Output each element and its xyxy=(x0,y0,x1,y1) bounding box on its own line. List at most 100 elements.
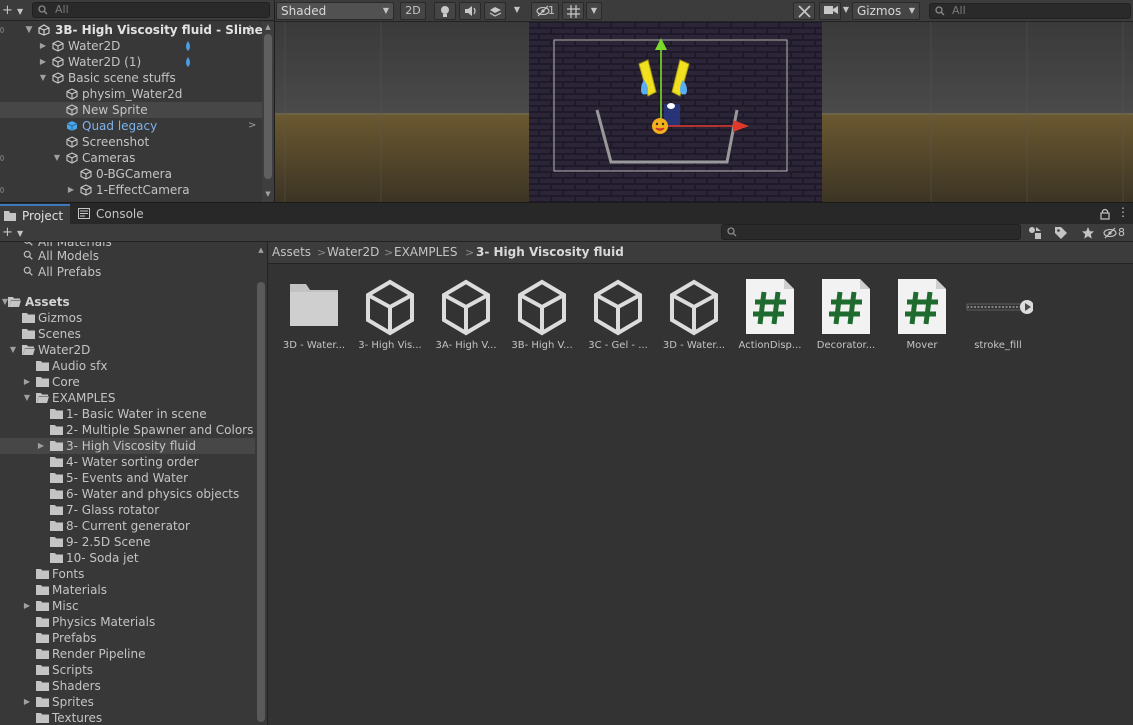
tree-item-fonts[interactable]: Fonts xyxy=(0,566,255,582)
breadcrumb-item-assets[interactable]: Assets xyxy=(272,242,311,263)
hierarchy-item-water2d-1[interactable]: ▶ Water2D (1) xyxy=(0,54,262,70)
asset-script[interactable]: Mover xyxy=(884,278,960,354)
tab-console[interactable]: Console xyxy=(74,204,146,225)
scene-search-input[interactable]: All xyxy=(929,3,1131,19)
expand-arrow-icon[interactable]: ▶ xyxy=(36,438,46,454)
scene-visibility-toggle[interactable]: 1 xyxy=(531,2,559,20)
tree-item-example-4[interactable]: 4- Water sorting order xyxy=(0,454,255,470)
search-by-type-icon[interactable] xyxy=(1028,226,1042,240)
tree-item-gizmos[interactable]: Gizmos xyxy=(0,310,255,326)
expand-arrow-icon[interactable]: ▼ xyxy=(8,342,18,358)
tree-item-example-6[interactable]: 6- Water and physics objects xyxy=(0,486,255,502)
tree-item-audio-sfx[interactable]: Audio sfx xyxy=(0,358,255,374)
asset-scene[interactable]: 3B- High V... xyxy=(504,278,580,354)
asset-script[interactable]: ActionDisp... xyxy=(732,278,808,354)
scroll-down-icon[interactable]: ▼ xyxy=(264,190,272,198)
project-search-input[interactable] xyxy=(721,224,1021,240)
expand-arrow-icon[interactable]: ▶ xyxy=(22,694,32,710)
lighting-toggle[interactable] xyxy=(434,2,456,20)
tree-item-example-2[interactable]: 2- Multiple Spawner and Colors xyxy=(0,422,255,438)
hierarchy-item-basic-scene-stuffs[interactable]: ▼ Basic scene stuffs xyxy=(0,70,262,86)
expand-arrow-icon[interactable]: ▶ xyxy=(38,38,48,54)
tree-item-water2d[interactable]: ▼ Water2D xyxy=(0,342,255,358)
tree-item-example-5[interactable]: 5- Events and Water xyxy=(0,470,255,486)
tree-item-sprites[interactable]: ▶ Sprites xyxy=(0,694,255,710)
lock-icon[interactable] xyxy=(1100,208,1110,220)
project-create-dropdown[interactable]: + ▼ xyxy=(2,225,26,240)
expand-arrow-icon[interactable]: ▶ xyxy=(38,54,48,70)
tree-item-all-models[interactable]: All Models xyxy=(0,248,255,264)
asset-scene[interactable]: 3D - Water... xyxy=(656,278,732,354)
scene-canvas[interactable] xyxy=(275,22,1133,202)
tree-item-core[interactable]: ▶ Core xyxy=(0,374,255,390)
tree-item-example-10[interactable]: 10- Soda jet xyxy=(0,550,255,566)
tree-item-all-prefabs[interactable]: All Prefabs xyxy=(0,264,255,280)
asset-scene[interactable]: 3- High Vis... xyxy=(352,278,428,354)
expand-arrow-icon[interactable]: ▼ xyxy=(52,150,62,166)
hierarchy-item-quad-legacy[interactable]: Quad legacy > xyxy=(0,118,262,134)
camera-settings-button[interactable] xyxy=(819,2,841,20)
hierarchy-item-cameras[interactable]: ▼ Cameras xyxy=(0,150,262,166)
hierarchy-item-effectcamera[interactable]: ▶ 1-EffectCamera xyxy=(0,182,262,198)
tree-item-assets[interactable]: ▼ Assets xyxy=(0,294,255,310)
tree-item-examples[interactable]: ▼ EXAMPLES xyxy=(0,390,255,406)
mode-2d-toggle[interactable]: 2D xyxy=(400,2,426,20)
breadcrumb-item-examples[interactable]: EXAMPLES xyxy=(394,242,458,263)
grid-dropdown[interactable]: ▼ xyxy=(586,2,602,20)
tree-item-misc[interactable]: ▶ Misc xyxy=(0,598,255,614)
hierarchy-item-physim-water2d[interactable]: physim_Water2d xyxy=(0,86,262,102)
hierarchy-search-input[interactable]: All xyxy=(32,2,270,18)
tools-toggle[interactable] xyxy=(793,2,815,20)
tree-item-scripts[interactable]: Scripts xyxy=(0,662,255,678)
panel-menu-icon[interactable]: ⋮ xyxy=(1117,205,1129,219)
more-options-icon[interactable]: ⋮ xyxy=(244,22,256,38)
search-by-label-icon[interactable] xyxy=(1054,226,1068,240)
tree-item-scenes[interactable]: Scenes xyxy=(0,326,255,342)
emoji-sprite-icon[interactable] xyxy=(652,118,668,134)
hierarchy-item-bgcamera[interactable]: 0-BGCamera xyxy=(0,166,262,182)
tree-item-materials[interactable]: Materials xyxy=(0,582,255,598)
camera-dropdown[interactable]: ▼ xyxy=(841,2,851,20)
breadcrumb-item-current[interactable]: 3- High Viscosity fluid xyxy=(476,242,624,263)
scroll-up-icon[interactable]: ▲ xyxy=(264,23,272,31)
breadcrumb-item-water2d[interactable]: Water2D xyxy=(327,242,379,263)
expand-arrow-icon[interactable]: ▼ xyxy=(24,22,34,38)
asset-scene[interactable]: 3A- High V... xyxy=(428,278,504,354)
expand-arrow-icon[interactable]: ▶ xyxy=(22,374,32,390)
tree-item-shaders[interactable]: Shaders xyxy=(0,678,255,694)
tree-item-prefabs[interactable]: Prefabs xyxy=(0,630,255,646)
hidden-packages-toggle[interactable]: 8 xyxy=(1103,225,1133,241)
effects-dropdown[interactable]: ▼ xyxy=(509,2,525,20)
tree-item-example-1[interactable]: 1- Basic Water in scene xyxy=(0,406,255,422)
asset-script[interactable]: Decorator... xyxy=(808,278,884,354)
expand-arrow-icon[interactable]: ▼ xyxy=(38,70,48,86)
hierarchy-item-screenshot[interactable]: Screenshot xyxy=(0,134,262,150)
scrollbar-thumb[interactable] xyxy=(264,34,272,179)
expand-arrow-icon[interactable]: ▶ xyxy=(22,598,32,614)
create-dropdown[interactable]: + ▼ xyxy=(2,3,26,18)
shading-mode-dropdown[interactable]: Shaded ▼ xyxy=(276,2,394,20)
hierarchy-item-new-sprite[interactable]: New Sprite xyxy=(0,102,262,118)
gizmos-dropdown[interactable]: Gizmos ▼ xyxy=(852,2,920,20)
scroll-up-icon[interactable]: ▲ xyxy=(257,246,265,254)
tree-item-example-9[interactable]: 9- 2.5D Scene xyxy=(0,534,255,550)
scrollbar-thumb[interactable] xyxy=(257,282,265,722)
scene-root-row[interactable]: ▼ 3B- High Viscosity fluid - Slime ⋮ xyxy=(0,22,263,38)
tree-item-example-7[interactable]: 7- Glass rotator xyxy=(0,502,255,518)
tab-project[interactable]: Project xyxy=(0,204,70,225)
folder-tree-scrollbar[interactable]: ▲ xyxy=(255,242,267,725)
grid-toggle[interactable] xyxy=(562,2,584,20)
scene-viewport[interactable] xyxy=(275,22,1133,202)
asset-folder[interactable]: 3D - Water... xyxy=(276,278,352,354)
expand-arrow-icon[interactable]: ▶ xyxy=(66,182,76,198)
tree-item-example-3[interactable]: ▶ 3- High Viscosity fluid xyxy=(0,438,255,454)
hierarchy-scrollbar[interactable]: ▲ ▼ xyxy=(262,22,274,202)
asset-stroke-fill[interactable]: stroke_fill xyxy=(960,278,1036,354)
asset-scene[interactable]: 3C - Gel - ... xyxy=(580,278,656,354)
hierarchy-item-water2d[interactable]: ▶ Water2D xyxy=(0,38,262,54)
open-prefab-chevron-icon[interactable]: > xyxy=(248,118,256,134)
expand-arrow-icon[interactable]: ▼ xyxy=(22,390,32,406)
tree-item-render-pipeline[interactable]: Render Pipeline xyxy=(0,646,255,662)
favorites-star-icon[interactable] xyxy=(1081,226,1095,240)
tree-item-physics-materials[interactable]: Physics Materials xyxy=(0,614,255,630)
